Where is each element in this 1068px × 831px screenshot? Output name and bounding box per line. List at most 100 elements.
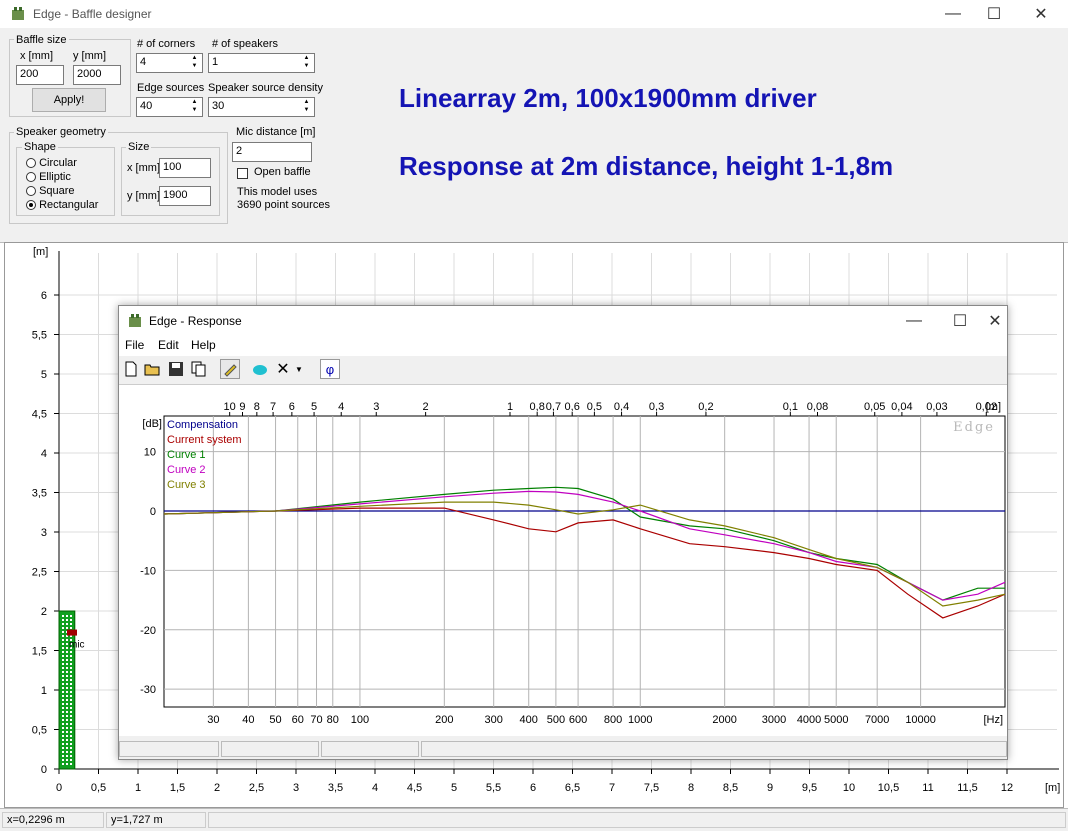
y-tick-label: 1 (41, 685, 47, 697)
legend-entry: Compensation (167, 419, 238, 431)
source-density-value: 30 (212, 100, 225, 112)
x-axis-label: [Hz] (983, 714, 1003, 726)
x-tick-label: 2000 (712, 714, 736, 726)
top-tick-label: 0,6 (565, 401, 580, 413)
x-tick-label: 7000 (865, 714, 889, 726)
response-chart[interactable]: 30 40 50 60 70 80 100 200 300 400 500 600 800 1000 200… (119, 385, 1007, 736)
speakers-spinbox[interactable]: 1 ▲ ▼ (208, 53, 315, 73)
x-tick-label: 1000 (628, 714, 652, 726)
y-tick-label: -20 (140, 625, 156, 637)
speaker-y-input[interactable]: 1900 (159, 186, 211, 206)
open-baffle-checkbox[interactable] (237, 168, 248, 179)
app-icon (12, 7, 24, 20)
x-tick-label: 80 (327, 714, 339, 726)
y-tick-label: 2 (41, 606, 47, 618)
speakers-spinner[interactable]: ▲ ▼ (300, 55, 313, 71)
source-density-spinbox[interactable]: 30 ▲ ▼ (208, 97, 315, 117)
shape-option-rectangular[interactable]: Rectangular (26, 199, 98, 211)
mic-distance-input[interactable]: 2 (232, 142, 312, 162)
source-density-spinner[interactable]: ▲ ▼ (300, 99, 313, 115)
y-axis-label: [dB] (142, 418, 162, 430)
top-tick-label: 6 (289, 401, 295, 413)
edge-sources-spinbox[interactable]: 40 ▲ ▼ (136, 97, 203, 117)
response-chart-canvas: 30 40 50 60 70 80 100 200 300 400 500 600 800 1000 200… (140, 401, 1006, 726)
radio-button-selected[interactable] (26, 200, 36, 211)
x-tick-label: 400 (520, 714, 538, 726)
y-tick-label: 0 (41, 764, 47, 776)
x-tick-label: 2,5 (249, 782, 264, 794)
open-icon[interactable] (143, 359, 163, 379)
maximize-button[interactable]: ☐ (971, 0, 1017, 28)
baffle-y-label: y [mm] (73, 50, 106, 62)
top-tick-label: 0,08 (807, 401, 828, 413)
top-tick-label: 0,4 (614, 401, 629, 413)
top-axis-label: [m] (986, 401, 1001, 413)
open-baffle-label: Open baffle (254, 166, 311, 178)
speaker-y-label: y [mm] (127, 190, 160, 202)
corners-label: # of corners (137, 38, 196, 50)
spin-up-icon: ▲ (303, 55, 310, 61)
legend-entry: Current system (167, 434, 242, 446)
top-tick-label: 7 (270, 401, 276, 413)
menu-file[interactable]: File (125, 338, 144, 352)
delete-icon[interactable]: ✕ (273, 359, 293, 379)
top-tick-label: 0,5 (587, 401, 602, 413)
top-tick-label: 0,8 (530, 401, 545, 413)
apply-button[interactable]: Apply! (32, 88, 106, 112)
save-icon[interactable] (166, 359, 186, 379)
radio-button[interactable] (26, 158, 36, 169)
new-icon[interactable] (121, 359, 141, 379)
response-status-cell (221, 741, 319, 757)
chart-watermark: Edge (953, 420, 995, 435)
phase-icon[interactable]: φ (320, 359, 340, 379)
corners-value: 4 (140, 56, 147, 68)
mic-label: mic (69, 640, 85, 651)
menu-help[interactable]: Help (191, 338, 216, 352)
y-tick-label: 0,5 (32, 725, 47, 737)
radio-button[interactable] (26, 186, 36, 197)
top-tick-label: 9 (239, 401, 245, 413)
y-tick-label: 4 (41, 448, 47, 460)
baffle-y-input[interactable]: 2000 (73, 65, 121, 85)
copy-icon[interactable] (189, 359, 209, 379)
legend-entry: Curve 1 (167, 449, 206, 461)
x-tick-label: 3 (293, 782, 299, 794)
x-tick-label: 500 (547, 714, 565, 726)
shape-option-elliptic[interactable]: Elliptic (26, 171, 71, 183)
pen-icon[interactable] (220, 359, 240, 379)
top-tick-label: 8 (254, 401, 260, 413)
speaker-x-input[interactable]: 100 (159, 158, 211, 178)
x-tick-label: 7,5 (644, 782, 659, 794)
x-tick-label: 40 (242, 714, 254, 726)
radio-button[interactable] (26, 172, 36, 183)
y-tick-label: 5,5 (32, 330, 47, 342)
response-maximize-button[interactable]: ☐ (937, 306, 983, 336)
baffle-x-label: x [mm] (20, 50, 53, 62)
menu-edit[interactable]: Edit (158, 338, 179, 352)
y-tick-label: 1,5 (32, 646, 47, 658)
minimize-icon: — (945, 5, 961, 22)
close-icon: ✕ (1034, 6, 1048, 23)
shape-option-square[interactable]: Square (26, 185, 75, 197)
minimize-button[interactable]: — (930, 0, 976, 28)
teapot-icon[interactable] (250, 359, 270, 379)
x-tick-label: 30 (207, 714, 219, 726)
spin-down-icon: ▼ (191, 63, 198, 69)
corners-spinner[interactable]: ▲ ▼ (188, 55, 201, 71)
top-tick-label: 1 (507, 401, 513, 413)
response-minimize-button[interactable]: — (891, 306, 937, 336)
top-tick-label: 0,1 (783, 401, 798, 413)
spin-up-icon: ▲ (191, 99, 198, 105)
edge-sources-spinner[interactable]: ▲ ▼ (188, 99, 201, 115)
shape-option-circular[interactable]: Circular (26, 157, 77, 169)
top-tick-label: 0,3 (649, 401, 664, 413)
x-tick-label: 0 (56, 782, 62, 794)
status-empty-cell (208, 812, 1066, 828)
response-title-bar: Edge - Response — ☐ ✕ (119, 306, 1007, 336)
x-tick-label: 11,5 (957, 782, 978, 794)
corners-spinbox[interactable]: 4 ▲ ▼ (136, 53, 203, 73)
dropdown-arrow-icon[interactable]: ▼ (293, 359, 305, 379)
close-button[interactable]: ✕ (1018, 0, 1064, 28)
response-close-button[interactable]: ✕ (983, 306, 1007, 336)
baffle-x-input[interactable]: 200 (16, 65, 64, 85)
